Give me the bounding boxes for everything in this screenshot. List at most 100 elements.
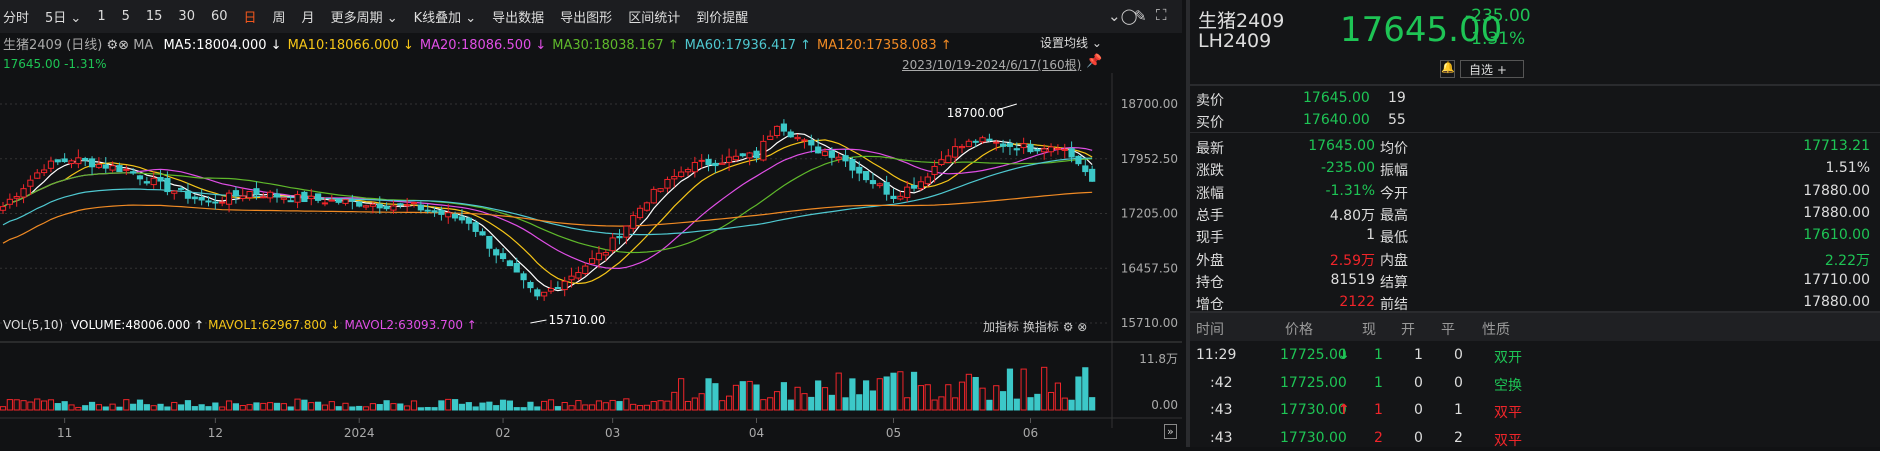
period-15[interactable]: 到价提醒 xyxy=(696,7,748,26)
volume-bar xyxy=(102,406,109,411)
volume-bar xyxy=(787,399,794,411)
period-0[interactable]: 分时 xyxy=(3,7,29,26)
candle xyxy=(890,195,897,200)
period-6[interactable]: 60 xyxy=(211,9,228,24)
collapse-icon[interactable]: ⌄◯ xyxy=(1108,7,1137,25)
add-indicator-button[interactable]: 加指标 xyxy=(983,320,1019,334)
volume-bar xyxy=(897,371,904,411)
indicator-close-icon[interactable]: ⊗ xyxy=(1077,320,1087,334)
volume-bar xyxy=(767,397,774,411)
settings-icon[interactable]: ⚙ xyxy=(107,38,119,53)
period-14[interactable]: 区间统计 xyxy=(628,7,680,26)
kline-chart[interactable]: 18700.00 17952.50 17205.00 16457.50 15710.00… xyxy=(0,33,1182,447)
volume-bar xyxy=(1089,397,1096,411)
volume-bar xyxy=(965,373,972,411)
volume-bar xyxy=(445,398,452,411)
candle xyxy=(547,287,555,292)
volume-bar xyxy=(520,407,527,411)
stat-row: 现手 1 最低 17610.00 xyxy=(1190,225,1880,247)
alert-bell-icon[interactable]: 🔔 xyxy=(1440,60,1455,78)
ma-value-2: MA20:18086.500 ↓ xyxy=(419,38,547,53)
candle xyxy=(753,150,760,159)
volume-bar xyxy=(246,404,253,411)
date-range[interactable]: 2023/10/19-2024/6/17(160根) xyxy=(902,56,1081,73)
volume-bar xyxy=(308,402,315,411)
stat-value: -235.00 xyxy=(1320,160,1375,177)
pin-icon[interactable]: 📌 xyxy=(1086,54,1102,69)
volume-bar xyxy=(13,399,20,411)
volume-bar xyxy=(780,382,787,411)
kline-svg[interactable]: 18700.00 17952.50 17205.00 16457.50 15710.00… xyxy=(0,33,1182,447)
candle xyxy=(424,209,431,212)
tick-open: 1 xyxy=(1414,347,1423,363)
volume-bar xyxy=(68,404,75,411)
period-12[interactable]: 导出数据 xyxy=(492,7,544,26)
volume-bar xyxy=(924,384,931,411)
stat-value-2: 17610.00 xyxy=(1803,227,1870,244)
volume-bar xyxy=(499,399,507,411)
period-5[interactable]: 30 xyxy=(178,9,195,24)
close-icon[interactable]: ⊗ xyxy=(118,38,129,53)
period-7[interactable]: 日 xyxy=(244,7,257,26)
volume-bar xyxy=(95,404,103,411)
candle xyxy=(397,203,404,206)
candle xyxy=(280,197,287,200)
candle xyxy=(1075,155,1082,165)
candle xyxy=(219,201,226,204)
volume-bar xyxy=(534,406,541,411)
tick-table-header: 时间 价格 现 开 平 性质 xyxy=(1190,313,1880,341)
candle xyxy=(787,131,794,138)
volume-bar xyxy=(410,400,418,411)
candle xyxy=(773,125,781,137)
brush-icon[interactable]: ✎ xyxy=(1134,7,1147,25)
candle xyxy=(630,215,637,229)
tick-close: 0 xyxy=(1454,374,1463,391)
volume-bar xyxy=(219,406,226,411)
stat-label: 最新 xyxy=(1196,141,1224,157)
volume-bar xyxy=(849,378,856,411)
period-3[interactable]: 5 xyxy=(122,9,130,24)
ask-price: 17645.00 xyxy=(1303,90,1370,106)
candle xyxy=(602,252,609,256)
volume-bar xyxy=(301,399,308,411)
candle xyxy=(965,140,972,148)
volume-bar xyxy=(821,387,829,411)
candle xyxy=(554,286,561,290)
candle xyxy=(369,203,376,207)
candle xyxy=(150,177,157,186)
volume-bar xyxy=(547,399,555,411)
period-1[interactable]: 5日 ⌄ xyxy=(45,7,81,26)
volume-bar xyxy=(349,406,356,411)
period-2[interactable]: 1 xyxy=(97,9,105,24)
volume-bar xyxy=(287,406,294,411)
candle xyxy=(869,180,877,185)
tick-now: 2 xyxy=(1374,429,1383,446)
volume-bar xyxy=(691,397,698,411)
ma-value-3: MA30:18038.167 ↑ xyxy=(552,38,679,53)
volume-bar xyxy=(890,372,897,411)
volume-bar xyxy=(342,402,349,411)
fullscreen-icon[interactable]: ⛶ xyxy=(1156,6,1167,24)
period-4[interactable]: 15 xyxy=(146,9,163,24)
candle xyxy=(376,203,383,209)
tick-time: :43 xyxy=(1210,402,1233,418)
candle xyxy=(54,159,61,163)
switch-indicator-button[interactable]: 换指标 xyxy=(1023,320,1059,334)
volume-bar xyxy=(808,396,815,411)
candle xyxy=(109,165,116,171)
scroll-right-button[interactable]: » xyxy=(1164,424,1177,439)
set-ma-button[interactable]: 设置均线 ⌄ xyxy=(1040,34,1102,51)
candle xyxy=(698,159,705,162)
period-10[interactable]: 更多周期 ⌄ xyxy=(331,7,398,26)
candle xyxy=(589,258,596,265)
tick-arrow-icon: ↓ xyxy=(1338,347,1350,363)
period-11[interactable]: K线叠加 ⌄ xyxy=(414,7,477,26)
extreme-price-label: 15710.00 xyxy=(548,313,605,327)
candle xyxy=(664,178,671,189)
period-9[interactable]: 月 xyxy=(302,7,315,26)
add-watchlist-button[interactable]: 自选 + xyxy=(1460,60,1524,78)
period-13[interactable]: 导出图形 xyxy=(560,7,612,26)
indicator-settings-icon[interactable]: ⚙ xyxy=(1063,320,1074,334)
tick-close: 2 xyxy=(1454,429,1463,446)
period-8[interactable]: 周 xyxy=(273,7,286,26)
